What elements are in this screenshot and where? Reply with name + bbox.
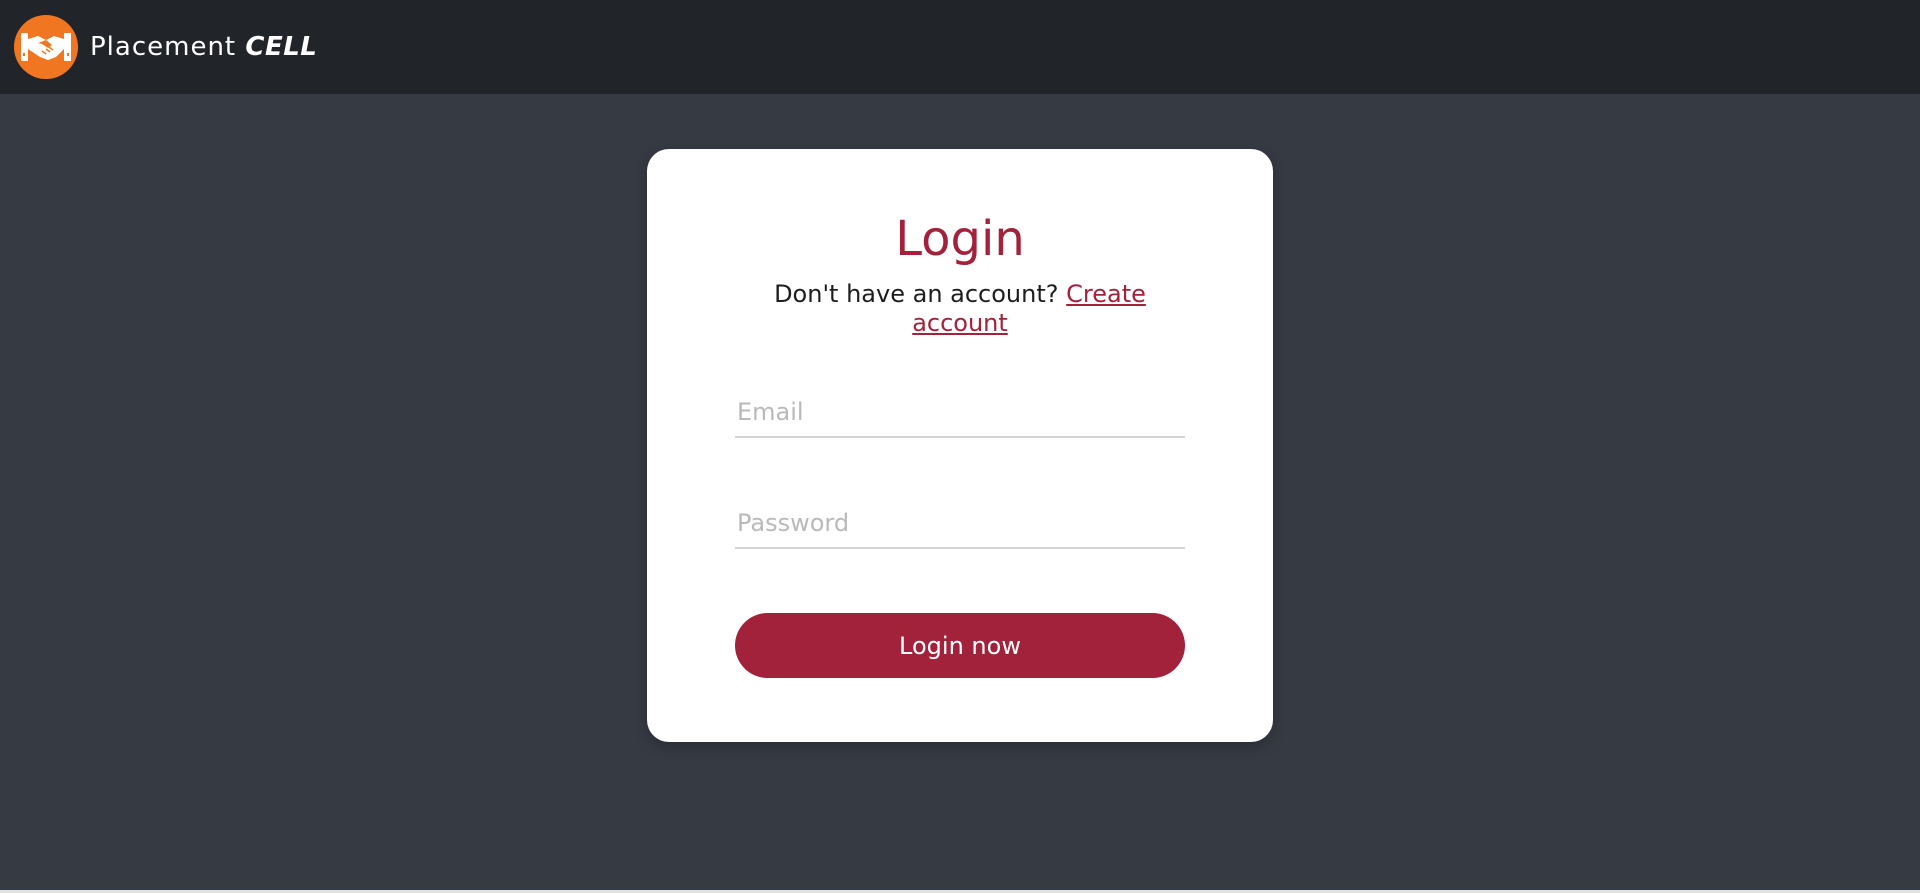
- brand-name-bold: CELL: [245, 32, 318, 62]
- handshake-icon: [14, 15, 78, 79]
- navbar: Placement CELL: [0, 0, 1920, 94]
- login-button[interactable]: Login now: [735, 613, 1185, 678]
- signup-prompt: Don't have an account? Create account: [752, 280, 1168, 338]
- login-card: Login Don't have an account? Create acco…: [647, 149, 1273, 742]
- signup-prompt-text: Don't have an account?: [774, 280, 1059, 308]
- brand-name: Placement: [90, 32, 237, 62]
- login-title: Login: [895, 211, 1025, 267]
- email-input[interactable]: [735, 394, 1185, 438]
- password-input[interactable]: [735, 505, 1185, 549]
- brand-link[interactable]: Placement CELL: [14, 15, 317, 79]
- brand-title: Placement CELL: [90, 32, 317, 62]
